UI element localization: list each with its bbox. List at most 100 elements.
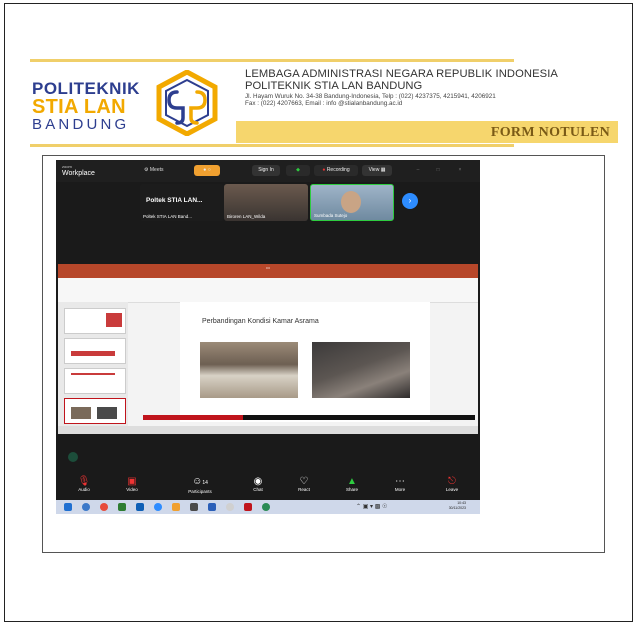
close-icon[interactable]: × (454, 165, 466, 176)
chat-button[interactable]: ◉ Chat (238, 476, 278, 492)
ppt-slide-thumbnails (58, 302, 128, 426)
ppt-status-bar (58, 426, 478, 434)
participant-label: Poltek STIA LAN Band... (143, 214, 193, 219)
leave-icon: ⎋ (448, 476, 456, 487)
institution-contact: Fax : (022) 4207663, Email : info @stial… (245, 100, 403, 107)
powerpoint-icon[interactable] (244, 503, 252, 511)
chat-icon: ◉ (253, 476, 263, 487)
more-icon: ⋯ (395, 476, 405, 487)
video-icon: ▣ (127, 476, 137, 487)
more-button[interactable]: ⋯ More (380, 476, 420, 492)
institution-logo-text: POLITEKNIK STIA LAN BANDUNG (32, 80, 140, 133)
video-button[interactable]: ▣ Video (112, 476, 152, 492)
zoom-app-name: Workplace (62, 170, 95, 177)
slide-title: Perbandingan Kondisi Kamar Asrama (202, 318, 319, 325)
institution-line-2: POLITEKNIK STIA LAN BANDUNG (245, 80, 423, 92)
participants-button[interactable]: ☺14 Participants (180, 476, 220, 494)
recording-indicator[interactable]: ● Recording (314, 165, 358, 176)
react-icon: ♡ (299, 476, 309, 487)
slide-thumbnail-selected[interactable] (64, 398, 126, 424)
participants-icon: ☺14 (192, 476, 208, 487)
shared-screen-top (56, 224, 480, 264)
participant-label: Biroren LAN_Wilda (227, 214, 266, 219)
logo-line-1: POLITEKNIK (32, 79, 140, 98)
chat-label: Chat (253, 487, 263, 492)
participant-tile[interactable]: Biroren LAN_Wilda (224, 184, 308, 221)
leave-button[interactable]: ⎋ Leave (432, 476, 472, 492)
participant-label: Sumbada Sutejo (314, 213, 348, 218)
logo-line-3: BANDUNG (32, 116, 130, 133)
app-icon[interactable] (190, 503, 198, 511)
app-icon[interactable] (262, 503, 270, 511)
participant-face (341, 191, 361, 213)
outlook-icon[interactable] (136, 503, 144, 511)
audio-label: Audio (78, 487, 90, 492)
next-page-icon[interactable]: › (402, 193, 418, 209)
share-label: Share (345, 487, 358, 492)
meets-tab[interactable]: ⚙ Meets (144, 167, 164, 173)
form-title: FORM NOTULEN (490, 125, 610, 140)
sign-in-label: Sign In (258, 167, 274, 173)
zoom-status-pill[interactable]: ● ○ (194, 165, 220, 176)
zoom-logo: zoom Workplace (62, 163, 95, 177)
participant-strip: Poltek STIA LAN... Poltek STIA LAN Band.… (56, 182, 480, 224)
slide-progress-fill (143, 415, 243, 420)
view-button[interactable]: View ▦ (362, 165, 392, 176)
ppt-ribbon[interactable] (58, 278, 478, 303)
chrome-icon[interactable] (100, 503, 108, 511)
shared-screen-bottom (56, 434, 480, 474)
current-slide: Perbandingan Kondisi Kamar Asrama (180, 302, 430, 422)
meeting-screenshot: zoom Workplace ⚙ Meets ● ○ Sign In ◆ ● R… (56, 160, 480, 514)
browser-icon[interactable] (82, 503, 90, 511)
participant-tile-active[interactable]: Sumbada Sutejo (310, 184, 394, 221)
participants-label: Participants (188, 489, 212, 494)
share-icon: ▲ (347, 476, 357, 487)
system-tray-icons[interactable]: ⌃ ▣ ▾ ▩ ☉ (356, 503, 387, 510)
react-button[interactable]: ♡ React (284, 476, 324, 492)
taskbar-clock[interactable]: 10:43 30/11/2023 (449, 501, 466, 511)
audio-button[interactable]: 🎙 Audio (64, 476, 104, 492)
ppt-titlebar: ••• (58, 264, 478, 272)
maximize-icon[interactable]: □ (432, 165, 444, 176)
video-label: Video (126, 487, 138, 492)
mic-muted-icon: 🎙 (77, 476, 91, 487)
start-icon[interactable] (64, 503, 72, 511)
meeting-toolbar: 🎙 Audio ▣ Video ☺14 Participants ◉ Chat ♡ Rea… (56, 474, 480, 500)
slide-thumbnail[interactable] (64, 308, 126, 334)
meets-label: Meets (149, 167, 164, 173)
clock-date: 30/11/2023 (448, 506, 466, 510)
zoom-logo-sub: zoom (62, 164, 72, 169)
dorm-room-photo (312, 342, 410, 398)
header-top-line (30, 59, 514, 62)
institution-info: LEMBAGA ADMINISTRASI NEGARA REPUBLIK IND… (245, 68, 625, 107)
zoom-top-bar: zoom Workplace ⚙ Meets ● ○ Sign In ◆ ● R… (56, 160, 480, 182)
share-button[interactable]: ▲ Share (332, 476, 372, 492)
excel-icon[interactable] (118, 503, 126, 511)
participants-count: 14 (202, 480, 208, 486)
view-label: View (368, 167, 380, 173)
word-icon[interactable] (208, 503, 216, 511)
institution-line-1: LEMBAGA ADMINISTRASI NEGARA REPUBLIK IND… (245, 68, 558, 80)
participant-tile[interactable]: Poltek STIA LAN... Poltek STIA LAN Band.… (140, 184, 224, 221)
zoom-taskbar-icon[interactable] (154, 503, 162, 511)
zoom-app-icon[interactable] (68, 452, 78, 462)
dorm-room-photo (200, 342, 298, 398)
recording-label: Recording (326, 167, 350, 173)
participant-name: Poltek STIA LAN... (146, 197, 203, 204)
react-label: React (298, 487, 310, 492)
logo-line-2: STIA LAN (32, 96, 126, 118)
windows-taskbar: ⌃ ▣ ▾ ▩ ☉ 10:43 30/11/2023 (56, 500, 480, 514)
security-shield-icon[interactable]: ◆ (286, 165, 310, 176)
form-title-band: FORM NOTULEN (236, 121, 618, 143)
app-icon[interactable] (172, 503, 180, 511)
slide-thumbnail[interactable] (64, 368, 126, 394)
institution-address: Jl. Hayam Wuruk No. 34-38 Bandung-Indone… (245, 93, 496, 100)
app-icon[interactable] (226, 503, 234, 511)
shared-presentation: ••• Perbandingan Kondisi Kamar Asrama (58, 264, 478, 434)
minimize-icon[interactable]: – (412, 165, 424, 176)
sign-in-button[interactable]: Sign In (252, 165, 280, 176)
more-label: More (394, 487, 406, 492)
slide-thumbnail[interactable] (64, 338, 126, 364)
leave-label: Leave (445, 487, 459, 492)
header-bottom-line (30, 144, 514, 147)
